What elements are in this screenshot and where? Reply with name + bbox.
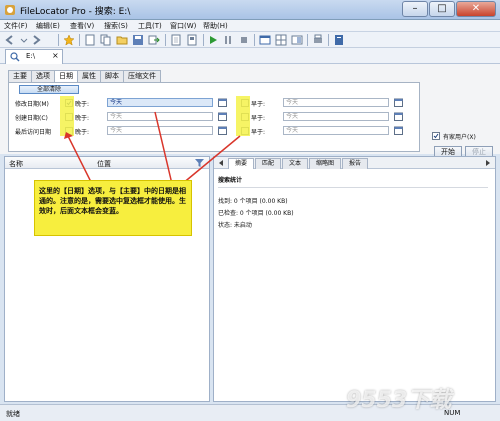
accessed-date-label: 最后访问日期 [15,129,52,136]
tab-thumbnails[interactable]: 缩略图 [309,158,341,169]
new-file-icon[interactable] [84,34,96,46]
checkbox-highlight-before [236,96,250,136]
stop-icon[interactable] [238,34,250,46]
path-tab-strip: E:\ × [0,48,500,64]
checkmark-icon [433,133,439,139]
play-icon[interactable] [207,34,219,46]
toolbar [0,32,500,48]
tab-matches[interactable]: 匹配 [255,158,281,169]
calendar-icon[interactable] [394,112,403,121]
stats-checked: 已检查: 0 个项目 (0.00 KB) [218,210,294,217]
path-tab[interactable]: E:\ × [5,49,63,64]
export-icon[interactable] [148,34,160,46]
properties-icon[interactable] [186,34,198,46]
dropdown-arrow-icon[interactable] [18,34,30,46]
created-after-field[interactable]: 今天 [107,112,213,121]
preview-icon[interactable] [291,34,303,46]
annotation-callout: 这里的【日期】选项，与【主要】中的日期是相通的。注意的是，需要选中复选框才能使用… [34,180,192,236]
created-before-label: 早于: [251,115,266,122]
created-before-field[interactable]: 今天 [283,112,389,121]
window-controls: – □ ✕ [401,1,496,17]
minimize-button[interactable]: – [402,1,428,17]
stats-status: 状态: 未启动 [218,222,252,229]
status-message: 就绪 [6,410,20,418]
help-book-icon[interactable] [333,34,345,46]
menu-tools[interactable]: 工具(T) [138,21,162,31]
calendar-icon[interactable] [218,98,227,107]
calendar-icon[interactable] [218,126,227,135]
modified-date-label: 修改日期(M) [15,101,49,108]
calendar-icon[interactable] [394,98,403,107]
calendar-icon[interactable] [218,112,227,121]
accessed-before-field[interactable]: 今天 [283,126,389,135]
menu-search[interactable]: 搜索(S) [104,21,128,31]
column-location[interactable]: 位置 [97,159,111,169]
tab-summary[interactable]: 摘要 [228,158,254,169]
open-folder-icon[interactable] [116,34,128,46]
modified-after-label: 晚于: [75,101,90,108]
tab-script[interactable]: 脚本 [100,70,124,82]
created-after-label: 晚于: [75,115,90,122]
print-icon[interactable] [312,34,324,46]
document-icon[interactable] [170,34,182,46]
clear-all-button[interactable]: 全部清除 [19,85,79,94]
menu-view[interactable]: 查看(V) [70,21,94,31]
watermark-logo: 9553下载 [346,388,452,413]
copy-icon[interactable] [100,34,112,46]
search-statistics: 搜索统计 找到: 0 个项目 (0.00 KB) 已检查: 0 个项目 (0.0… [218,175,488,232]
title-bar: FileLocator Pro - 搜索: E:\ – □ ✕ [0,0,500,20]
accessed-before-label: 早于: [251,129,266,136]
tab-text[interactable]: 文本 [282,158,308,169]
details-tabs: 摘要 匹配 文本 缩略图 报告 [214,157,495,169]
maximize-button[interactable]: □ [429,1,455,17]
results-header: 名称 位置 [5,157,209,169]
tab-archives[interactable]: 压缩文件 [123,70,161,82]
menu-bar: 文件(F) 编辑(E) 查看(V) 搜索(S) 工具(T) 窗口(W) 帮助(H… [0,20,500,32]
menu-edit[interactable]: 编辑(E) [36,21,60,31]
pause-icon[interactable] [222,34,234,46]
forward-icon[interactable] [30,34,42,46]
tab-attributes[interactable]: 属性 [77,70,101,82]
column-name[interactable]: 名称 [9,159,23,169]
search-criteria-panel: 主要 选项 日期 属性 脚本 压缩文件 全部清除 修改日期(M) 晚于: 今天 … [0,64,500,158]
all-users-checkbox[interactable] [432,132,440,140]
modified-after-field[interactable]: 今天 [107,98,213,107]
modified-before-label: 早于: [251,101,266,108]
modified-before-field[interactable]: 今天 [283,98,389,107]
created-date-label: 创建日期(C) [15,115,48,122]
all-users-label: 有家用户(X) [443,134,476,141]
close-button[interactable]: ✕ [456,1,496,17]
arrow-left-icon[interactable] [217,159,225,167]
save-icon[interactable] [132,34,144,46]
favorites-star-icon[interactable] [63,34,75,46]
criteria-tabs: 主要 选项 日期 属性 脚本 压缩文件 [8,70,161,83]
path-tab-label: E:\ [26,52,36,60]
filter-icon[interactable] [195,159,204,167]
tab-main[interactable]: 主要 [8,70,32,82]
checkbox-highlight-after [60,96,74,136]
window-title: FileLocator Pro - 搜索: E:\ [20,7,131,17]
app-icon [5,5,15,15]
stats-found: 找到: 0 个项目 (0.00 KB) [218,198,288,205]
grid-icon[interactable] [275,34,287,46]
accessed-after-field[interactable]: 今天 [107,126,213,135]
menu-help[interactable]: 帮助(H) [203,21,228,31]
menu-file[interactable]: 文件(F) [4,21,28,31]
tab-options[interactable]: 选项 [31,70,55,82]
calendar-icon[interactable] [394,126,403,135]
menu-window[interactable]: 窗口(W) [170,21,196,31]
search-icon [10,52,20,62]
close-tab-icon[interactable]: × [52,51,59,60]
window-layout-icon[interactable] [259,34,271,46]
tab-report[interactable]: 报告 [342,158,368,169]
arrow-right-icon[interactable] [484,159,492,167]
accessed-after-label: 晚于: [75,129,90,136]
details-pane: 摘要 匹配 文本 缩略图 报告 搜索统计 找到: 0 个项目 (0.00 KB)… [213,156,496,402]
back-icon[interactable] [4,34,16,46]
stats-heading: 搜索统计 [218,175,488,188]
